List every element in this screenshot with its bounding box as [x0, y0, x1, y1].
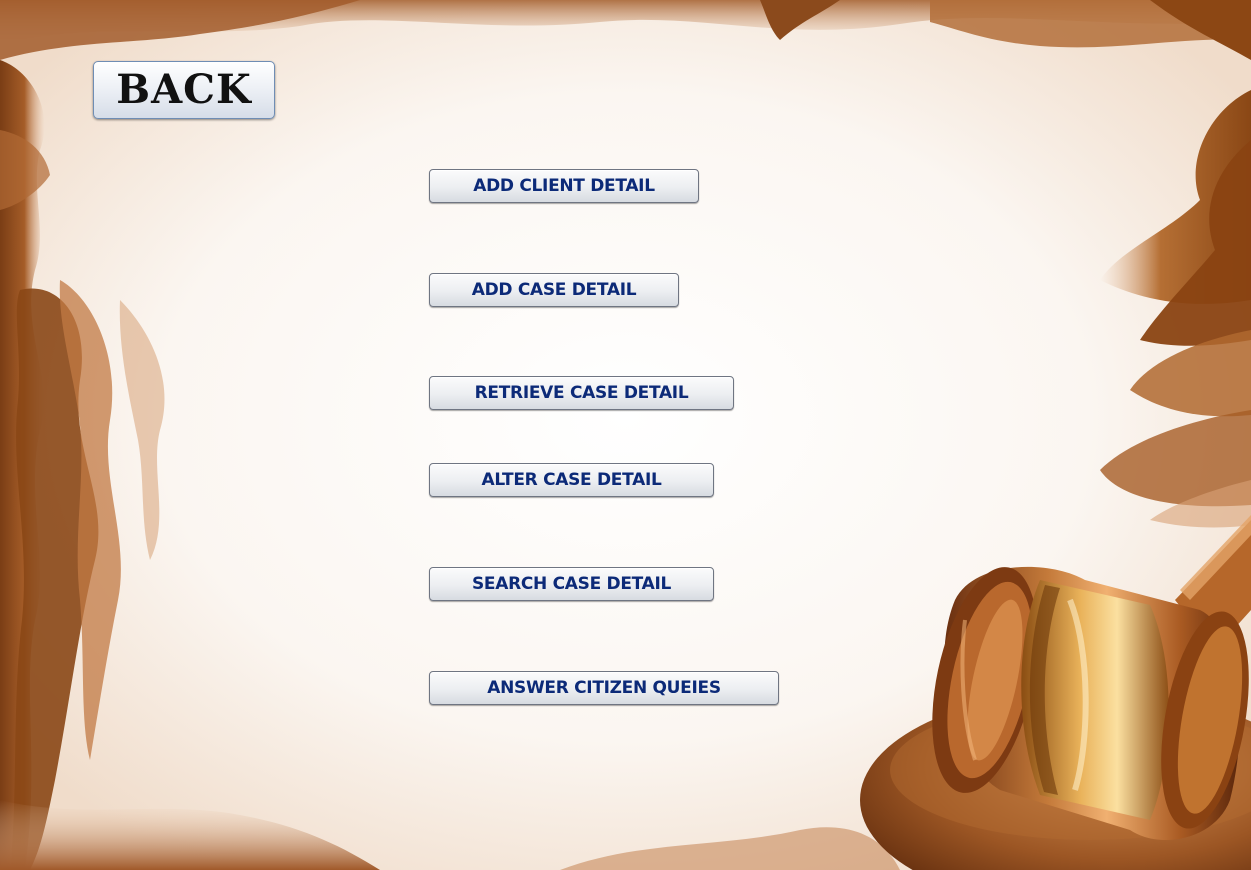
answer-citizen-queries-button[interactable]: ANSWER CITIZEN QUEIES — [429, 671, 779, 705]
background-artwork — [0, 0, 1251, 870]
search-case-detail-button[interactable]: SEARCH CASE DETAIL — [429, 567, 714, 601]
retrieve-case-detail-button[interactable]: RETRIEVE CASE DETAIL — [429, 376, 734, 410]
back-button[interactable]: BACK — [93, 61, 275, 119]
add-client-detail-button[interactable]: ADD CLIENT DETAIL — [429, 169, 699, 203]
add-case-detail-button[interactable]: ADD CASE DETAIL — [429, 273, 679, 307]
main-window: BACK ADD CLIENT DETAIL ADD CASE DETAIL R… — [0, 0, 1251, 870]
alter-case-detail-button[interactable]: ALTER CASE DETAIL — [429, 463, 714, 497]
